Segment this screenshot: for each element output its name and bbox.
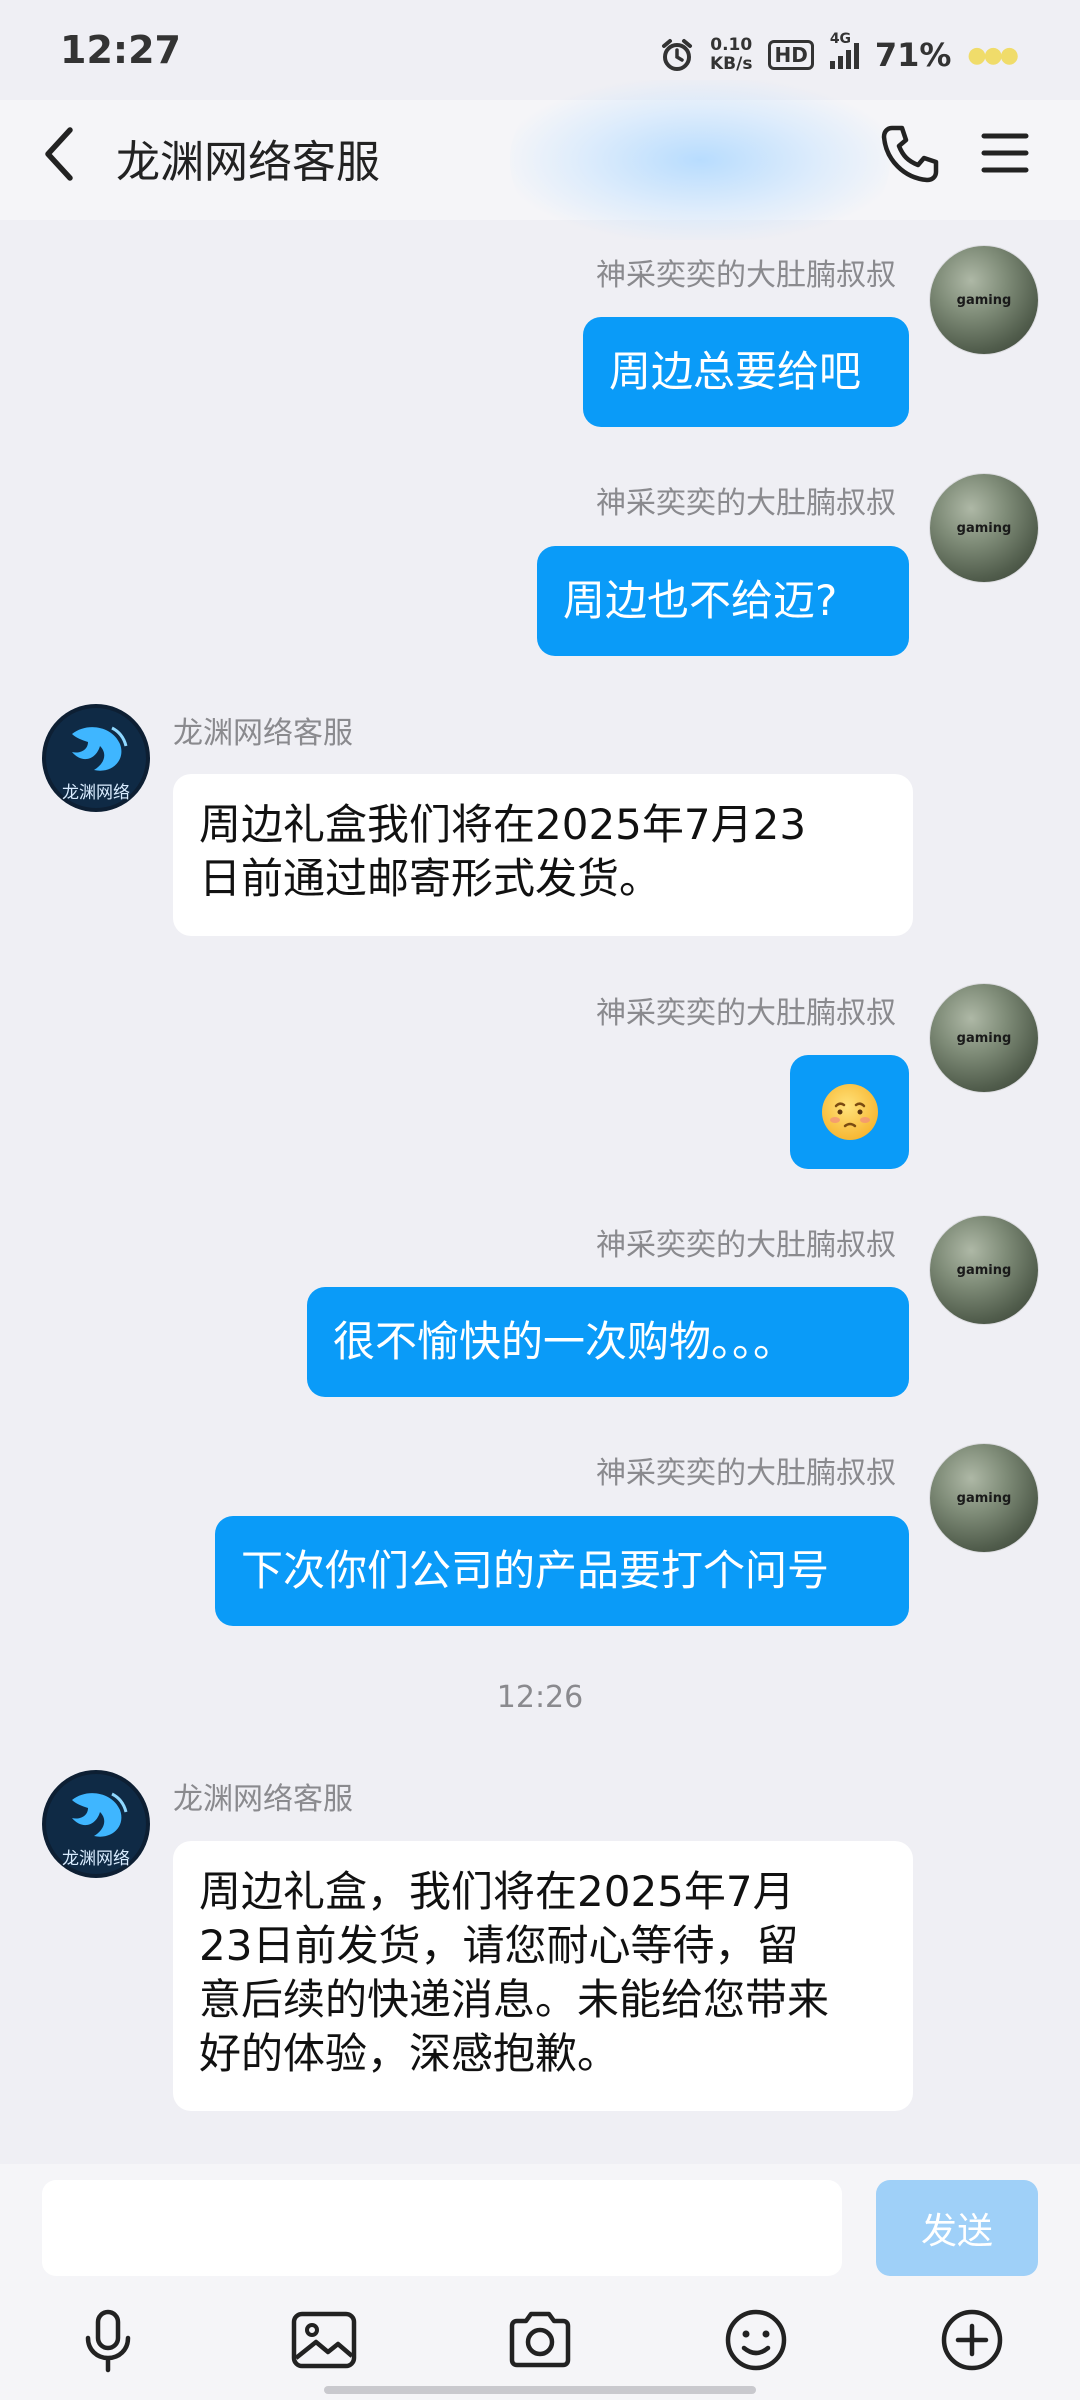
microphone-icon[interactable] <box>72 2304 144 2376</box>
user-avatar[interactable]: gaming <box>930 474 1038 582</box>
avatar-label: gaming <box>956 1030 1012 1046</box>
user-avatar[interactable]: gaming <box>930 1444 1038 1552</box>
phone-call-icon[interactable] <box>878 122 942 186</box>
battery-icon: ●●● <box>967 42 1019 68</box>
message-bubble-outgoing[interactable]: 很不愉快的一次购物。。。 <box>307 1287 909 1397</box>
message-sender: 神采奕奕的大肚腩叔叔 <box>596 258 896 293</box>
signal-icon: 4G <box>829 31 859 69</box>
message-text: 周边也不给迈? <box>563 576 838 625</box>
avatar-brand-text: 龙渊网络 <box>62 1849 130 1869</box>
camera-icon[interactable] <box>504 2304 576 2376</box>
message-line: 周边礼盒我们将在2025年7月23 <box>199 800 807 849</box>
avatar-label: gaming <box>956 1262 1012 1278</box>
message-bubble-outgoing[interactable]: 下次你们公司的产品要打个问号 <box>215 1516 909 1626</box>
message-line: 日前通过邮寄形式发货。 <box>199 854 662 903</box>
alarm-icon <box>662 39 692 71</box>
avatar-label: gaming <box>956 520 1012 536</box>
avatar-brand-text: 龙渊网络 <box>62 783 130 803</box>
message-timestamp: 12:26 <box>496 1680 584 1715</box>
user-avatar[interactable]: gaming <box>930 1216 1038 1324</box>
network-type: 4G <box>829 31 852 47</box>
user-avatar[interactable]: gaming <box>930 246 1038 354</box>
network-speed-unit: KB/s <box>710 54 753 74</box>
message-sender: 神采奕奕的大肚腩叔叔 <box>596 1228 896 1263</box>
message-line: 23日前发货，请您耐心等待，留 <box>199 1921 799 1970</box>
support-avatar[interactable]: 龙渊网络 <box>42 1770 150 1878</box>
message-text: 下次你们公司的产品要打个问号 <box>241 1546 830 1595</box>
message-bubble-outgoing[interactable]: 周边也不给迈? <box>537 546 909 656</box>
status-bar: 12:27 0.10 KB/s HD 4G 71% ●●● <box>0 0 1080 100</box>
message-text: 周边总要给吧 <box>609 347 862 396</box>
home-indicator[interactable] <box>324 2386 756 2394</box>
message-sender: 神采奕奕的大肚腩叔叔 <box>596 1456 896 1491</box>
blurred-region <box>510 80 890 240</box>
network-speed: 0.10 KB/s <box>710 36 752 74</box>
message-bubble-incoming[interactable]: 周边礼盒我们将在2025年7月23 日前通过邮寄形式发货。 <box>173 774 913 936</box>
status-icons: 0.10 KB/s HD 4G 71% ●●● <box>660 28 1019 82</box>
network-speed-value: 0.10 <box>710 35 753 55</box>
status-time: 12:27 <box>60 28 181 72</box>
message-line: 周边礼盒，我们将在2025年7月 <box>199 1867 795 1916</box>
user-avatar[interactable]: gaming <box>930 984 1038 1092</box>
message-bubble-outgoing[interactable] <box>790 1055 909 1169</box>
emoji-icon[interactable] <box>720 2304 792 2376</box>
composer: 发送 <box>0 2164 1080 2400</box>
back-arrow-icon[interactable] <box>36 122 86 186</box>
image-icon[interactable] <box>288 2304 360 2376</box>
send-button[interactable]: 发送 <box>876 2180 1038 2276</box>
message-line: 好的体验，深感抱歉。 <box>199 2029 620 2078</box>
support-avatar[interactable]: 龙渊网络 <box>42 704 150 812</box>
pleading-face-emoji-icon <box>821 1084 878 1140</box>
battery-level: 71% <box>874 36 952 74</box>
message-bubble-incoming[interactable]: 周边礼盒，我们将在2025年7月 23日前发货，请您耐心等待，留 意后续的快递消… <box>173 1841 913 2111</box>
avatar-label: gaming <box>956 1490 1012 1506</box>
message-bubble-outgoing[interactable]: 周边总要给吧 <box>583 317 909 427</box>
message-sender: 龙渊网络客服 <box>173 716 353 751</box>
avatar-label: gaming <box>956 292 1012 308</box>
hd-badge: HD <box>768 40 814 70</box>
plus-icon[interactable] <box>936 2304 1008 2376</box>
message-sender: 神采奕奕的大肚腩叔叔 <box>596 486 896 521</box>
message-sender: 龙渊网络客服 <box>173 1782 353 1817</box>
chat-header: 龙渊网络客服 <box>0 80 1080 240</box>
chat-title: 龙渊网络客服 <box>116 137 380 188</box>
menu-icon[interactable] <box>980 128 1030 178</box>
message-sender: 神采奕奕的大肚腩叔叔 <box>596 996 896 1031</box>
message-text: 很不愉快的一次购物。。。 <box>333 1317 796 1366</box>
message-line: 意后续的快递消息。未能给您带来 <box>199 1975 830 2024</box>
message-input[interactable] <box>42 2180 842 2276</box>
